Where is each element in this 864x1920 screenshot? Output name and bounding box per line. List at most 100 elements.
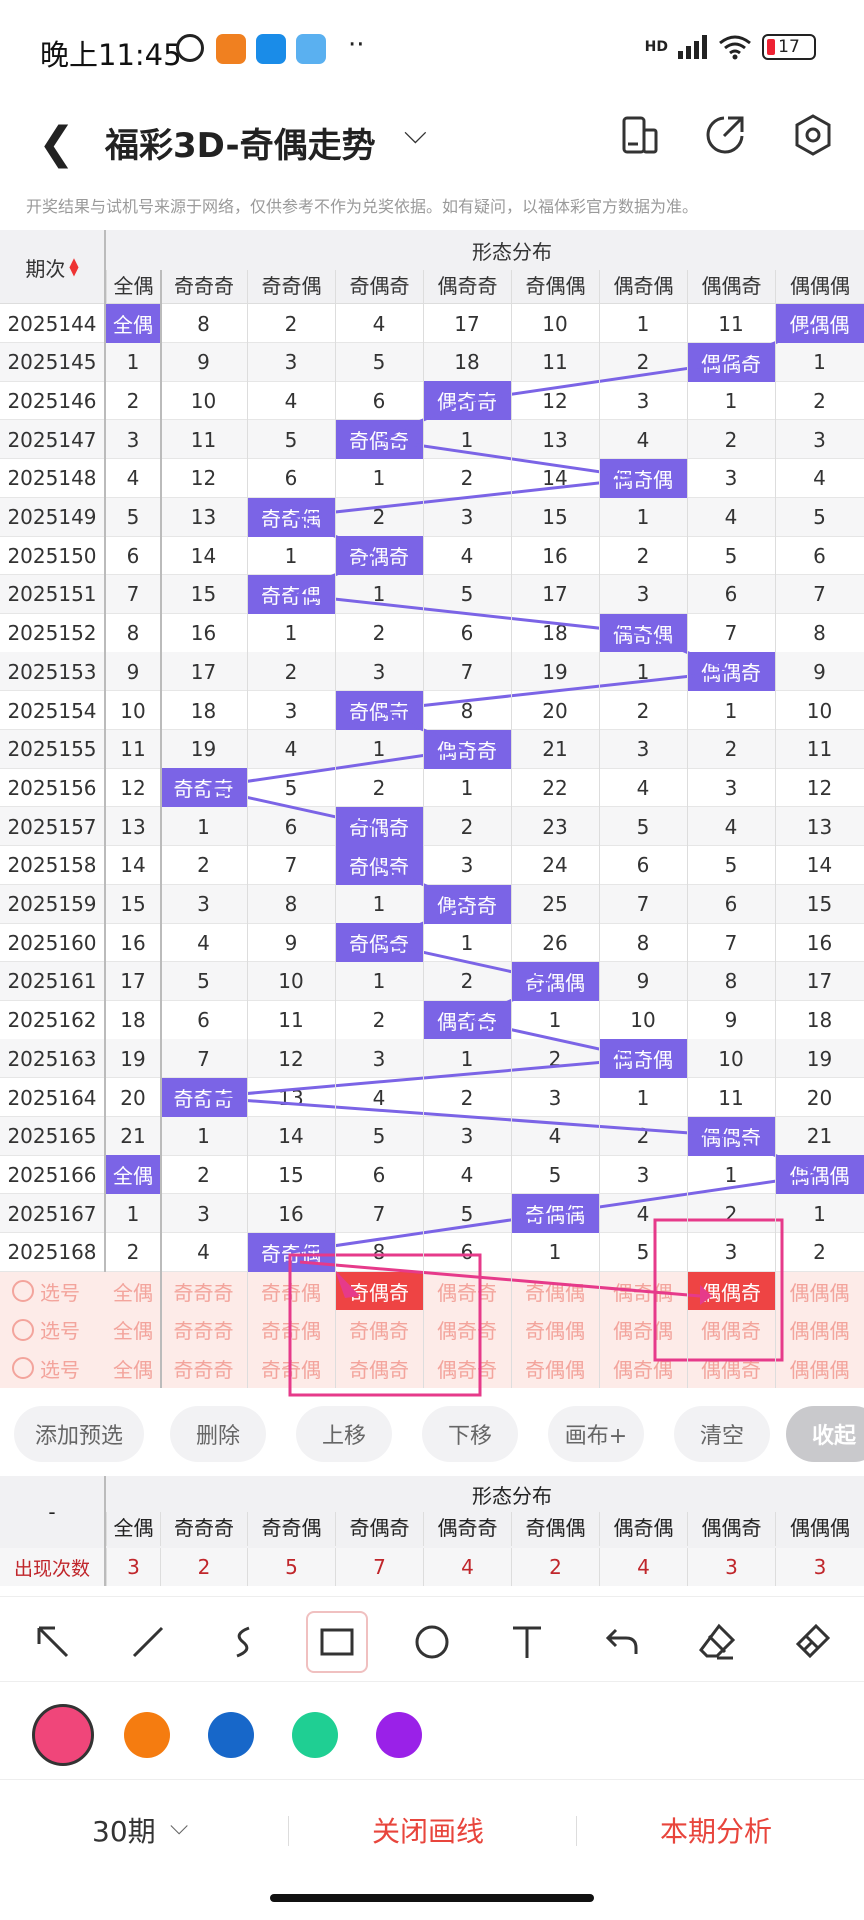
select-row-label[interactable]: 选号: [12, 1272, 80, 1311]
table-row[interactable]: 2025167 1 3 16 7 5 奇偶偶 4 2 1: [0, 1194, 864, 1234]
select-option[interactable]: 偶奇奇: [423, 1349, 511, 1388]
table-row[interactable]: 2025150 6 14 1 奇偶奇 4 16 2 5 6: [0, 536, 864, 576]
move-up-button[interactable]: 上移: [296, 1406, 392, 1462]
column-header[interactable]: 偶奇偶: [599, 270, 687, 304]
select-option[interactable]: 奇奇偶: [247, 1349, 335, 1388]
color-swatch[interactable]: [208, 1712, 254, 1758]
select-option[interactable]: 奇奇奇: [160, 1349, 247, 1388]
period-chevron-icon[interactable]: ⌵: [170, 1812, 188, 1840]
table-row[interactable]: 2025158 14 2 7 奇偶奇 3 24 6 5 14: [0, 845, 864, 885]
freehand-tool-icon[interactable]: [212, 1611, 274, 1673]
column-header[interactable]: 偶偶奇: [687, 270, 775, 304]
table-row[interactable]: 2025168 2 4 奇奇偶 8 6 1 5 3 2: [0, 1232, 864, 1272]
page-title[interactable]: 福彩3D-奇偶走势: [105, 118, 376, 167]
select-option[interactable]: 奇偶偶: [511, 1272, 599, 1311]
table-row[interactable]: 2025152 8 16 1 2 6 18 偶奇偶 7 8: [0, 613, 864, 653]
share-icon[interactable]: [702, 112, 748, 158]
radio-icon[interactable]: [12, 1318, 34, 1341]
table-row[interactable]: 2025147 3 11 5 奇偶奇 1 13 4 2 3: [0, 420, 864, 460]
chevron-down-icon[interactable]: ⌵: [404, 116, 427, 151]
selected-option[interactable]: 偶偶奇: [687, 1271, 775, 1311]
select-option[interactable]: 偶偶偶: [775, 1272, 864, 1311]
sort-icon[interactable]: ▲ ▼: [69, 256, 78, 277]
select-option[interactable]: 奇奇偶: [247, 1272, 335, 1311]
color-swatch[interactable]: [32, 1704, 94, 1766]
table-row[interactable]: 2025166 全偶 2 15 6 4 5 3 1 偶偶偶: [0, 1155, 864, 1195]
line-tool-icon[interactable]: [117, 1611, 179, 1673]
select-option[interactable]: 奇偶偶: [511, 1349, 599, 1388]
period-header[interactable]: 期次 ▲ ▼: [0, 230, 106, 304]
select-option[interactable]: 奇偶奇: [335, 1349, 423, 1388]
color-swatch[interactable]: [124, 1712, 170, 1758]
select-option[interactable]: 偶奇奇: [423, 1310, 511, 1349]
table-row[interactable]: 2025151 7 15 奇奇偶 1 5 17 3 6 7: [0, 574, 864, 614]
arrow-tool-icon[interactable]: [22, 1611, 84, 1673]
color-swatch[interactable]: [376, 1712, 422, 1758]
analysis-button[interactable]: 本期分析: [660, 1810, 772, 1850]
table-row[interactable]: 2025163 19 7 12 3 1 2 偶奇偶 10 19: [0, 1039, 864, 1079]
select-row-label[interactable]: 选号: [12, 1349, 80, 1388]
back-icon[interactable]: ❮: [38, 118, 75, 169]
select-option[interactable]: 奇偶偶: [511, 1310, 599, 1349]
select-option[interactable]: 偶偶奇: [687, 1310, 775, 1349]
select-option[interactable]: 偶奇奇: [423, 1272, 511, 1311]
column-header[interactable]: 偶偶偶: [775, 270, 864, 304]
table-row[interactable]: 2025161 17 5 10 1 2 奇偶偶 9 8 17: [0, 961, 864, 1001]
table-row[interactable]: 2025162 18 6 11 2 偶奇奇 1 10 9 18: [0, 1000, 864, 1040]
text-tool-icon[interactable]: [496, 1611, 558, 1673]
period-select[interactable]: 30期: [92, 1810, 156, 1850]
undo-icon[interactable]: [591, 1611, 653, 1673]
select-option[interactable]: 偶奇偶: [599, 1349, 687, 1388]
select-option[interactable]: 奇奇奇: [160, 1272, 247, 1311]
table-row[interactable]: 2025153 9 17 2 3 7 19 1 偶偶奇 9: [0, 652, 864, 692]
table-row[interactable]: 2025156 12 奇奇奇 5 2 1 22 4 3 12: [0, 768, 864, 808]
table-row[interactable]: 2025155 11 19 4 1 偶奇奇 21 3 2 11: [0, 729, 864, 769]
table-row[interactable]: 2025149 5 13 奇奇偶 2 3 15 1 4 5: [0, 497, 864, 537]
column-header[interactable]: 全偶: [106, 270, 160, 304]
select-option[interactable]: 偶奇偶: [599, 1310, 687, 1349]
clear-brush-icon[interactable]: [781, 1611, 843, 1673]
column-header[interactable]: 奇奇偶: [247, 270, 335, 304]
column-header[interactable]: 奇偶偶: [511, 270, 599, 304]
move-down-button[interactable]: 下移: [422, 1406, 518, 1462]
home-indicator[interactable]: [270, 1894, 594, 1902]
table-row[interactable]: 2025154 10 18 3 奇偶奇 8 20 2 1 10: [0, 691, 864, 730]
table-row[interactable]: 2025164 20 奇奇奇 13 4 2 3 1 11 20: [0, 1078, 864, 1117]
collapse-button[interactable]: 收起: [786, 1406, 864, 1462]
color-swatch[interactable]: [292, 1712, 338, 1758]
table-row[interactable]: 2025144 全偶 8 2 4 17 10 1 11 偶偶偶: [0, 304, 864, 343]
select-row[interactable]: 选号 全偶 奇奇奇 奇奇偶 奇偶奇 偶奇奇 奇偶偶 偶奇偶 偶偶奇 偶偶偶: [0, 1310, 864, 1350]
radio-icon[interactable]: [12, 1280, 34, 1302]
phone-layout-icon[interactable]: [616, 112, 662, 158]
selected-option[interactable]: 奇偶奇: [335, 1271, 423, 1311]
table-row[interactable]: 2025145 1 9 3 5 18 11 2 偶偶奇 1: [0, 342, 864, 382]
column-header[interactable]: 奇偶奇: [335, 270, 423, 304]
settings-icon[interactable]: [790, 112, 836, 158]
select-option[interactable]: 偶奇偶: [599, 1272, 687, 1311]
select-row[interactable]: 选号 全偶 奇奇奇 奇奇偶 奇偶奇 偶奇奇 奇偶偶 偶奇偶 偶偶奇 偶偶偶: [0, 1348, 864, 1388]
circle-tool-icon[interactable]: [401, 1611, 463, 1673]
select-row[interactable]: 选号 全偶 奇奇奇 奇奇偶 奇偶奇 偶奇奇 奇偶偶 偶奇偶 偶偶奇 偶偶偶: [0, 1271, 864, 1311]
table-row[interactable]: 2025165 21 1 14 5 3 4 2 偶偶奇 21: [0, 1116, 864, 1156]
select-option[interactable]: 奇奇偶: [247, 1310, 335, 1349]
canvas-plus-button[interactable]: 画布+: [548, 1406, 644, 1462]
clear-button[interactable]: 清空: [674, 1406, 770, 1462]
add-preselect-button[interactable]: 添加预选: [14, 1406, 144, 1462]
eraser-icon[interactable]: [686, 1611, 748, 1673]
select-option[interactable]: 奇奇奇: [160, 1310, 247, 1349]
rectangle-tool-icon[interactable]: [306, 1611, 368, 1673]
column-header[interactable]: 偶奇奇: [423, 270, 511, 304]
close-lines-button[interactable]: 关闭画线: [372, 1810, 484, 1850]
select-option[interactable]: 奇偶奇: [335, 1310, 423, 1349]
column-header[interactable]: 奇奇奇: [160, 270, 247, 304]
table-row[interactable]: 2025146 2 10 4 6 偶奇奇 12 3 1 2: [0, 381, 864, 421]
select-option[interactable]: 偶偶偶: [775, 1349, 864, 1388]
select-option[interactable]: 全偶: [106, 1349, 160, 1388]
radio-icon[interactable]: [12, 1357, 34, 1380]
select-row-label[interactable]: 选号: [12, 1310, 80, 1349]
table-row[interactable]: 2025159 15 3 8 1 偶奇奇 25 7 6 15: [0, 884, 864, 924]
select-option[interactable]: 偶偶偶: [775, 1310, 864, 1349]
table-row[interactable]: 2025157 13 1 6 奇偶奇 2 23 5 4 13: [0, 807, 864, 847]
table-row[interactable]: 2025160 16 4 9 奇偶奇 1 26 8 7 16: [0, 923, 864, 963]
select-option[interactable]: 偶偶奇: [687, 1349, 775, 1388]
